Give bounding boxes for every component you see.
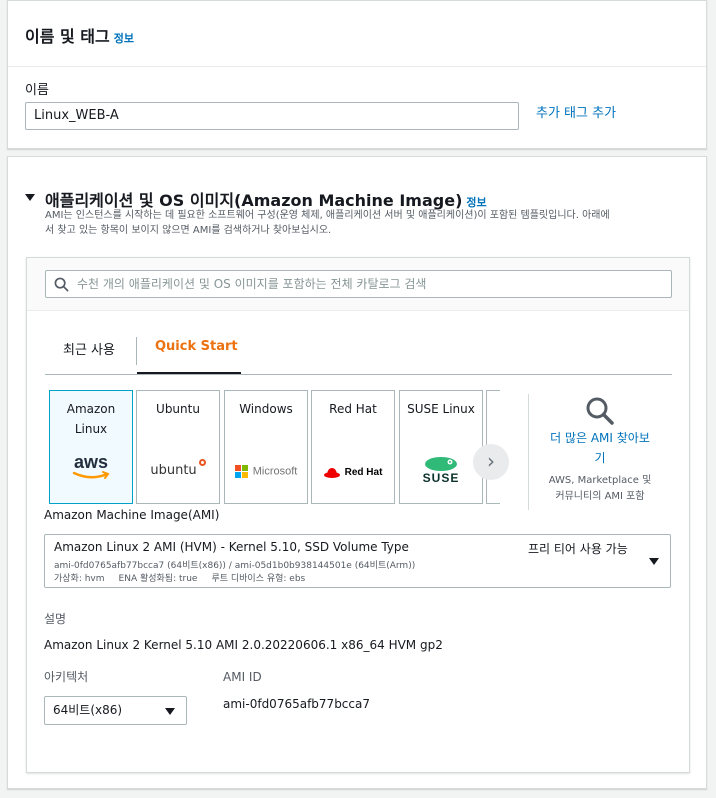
os-name: SUSE Linux bbox=[407, 402, 475, 416]
ami-catalog-container: 수천 개의 애플리케이션 및 OS 이미지를 포함하는 전체 카탈로그 검색 최… bbox=[26, 257, 690, 773]
os-card-windows[interactable]: Windows Microsoft bbox=[224, 390, 308, 504]
ami-select-dropdown[interactable]: Amazon Linux 2 AMI (HVM) - Kernel 5.10, … bbox=[44, 534, 671, 588]
ami-id-value: ami-0fd0765afb77bcca7 bbox=[223, 697, 370, 711]
os-card-ubuntu[interactable]: Ubuntu ubuntu bbox=[136, 390, 220, 504]
free-tier-badge: 프리 티어 사용 가능 bbox=[528, 542, 628, 556]
name-tags-info-link[interactable]: 정보 bbox=[114, 32, 134, 45]
description-label: 설명 bbox=[44, 612, 67, 626]
os-card-amazon-linux[interactable]: Amazon Linux aws bbox=[49, 390, 133, 504]
tab-bar-line bbox=[45, 374, 672, 375]
tab-quick-start[interactable]: Quick Start bbox=[155, 339, 238, 354]
ami-description-line2: 서 찾고 있는 항목이 보이지 않으면 AMI를 검색하거나 찾아보십시오. bbox=[45, 225, 332, 236]
os-name: Amazon Linux bbox=[66, 402, 116, 436]
next-arrow-button[interactable]: › bbox=[473, 444, 509, 480]
ami-ids: ami-0fd0765afb77bcca7 (64비트(x86)) / ami-… bbox=[54, 561, 416, 571]
architecture-label: 아키텍처 bbox=[44, 670, 89, 684]
collapse-caret-icon[interactable] bbox=[25, 194, 35, 201]
description-value: Amazon Linux 2 Kernel 5.10 AMI 2.0.20220… bbox=[44, 638, 443, 652]
microsoft-logo-icon: Microsoft bbox=[225, 461, 307, 480]
architecture-value: 64비트(x86) bbox=[53, 703, 123, 717]
ami-description-line1: AMI는 인스턴스를 시작하는 데 필요한 소프트웨어 구성(운영 체제, 애플… bbox=[45, 210, 610, 221]
suse-logo-icon: SUSE bbox=[400, 455, 482, 485]
os-card-suse[interactable]: SUSE Linux SUSE bbox=[399, 390, 483, 504]
browse-divider bbox=[528, 394, 529, 510]
redhat-logo-icon: Red Hat bbox=[312, 462, 394, 481]
os-name: Windows bbox=[239, 402, 293, 416]
search-bar-area: 수천 개의 애플리케이션 및 OS 이미지를 포함하는 전체 카탈로그 검색 bbox=[27, 258, 689, 311]
architecture-select[interactable]: 64비트(x86) bbox=[44, 696, 187, 725]
ubuntu-logo-icon: ubuntu bbox=[137, 459, 219, 478]
os-card-redhat[interactable]: Red Hat Red Hat bbox=[311, 390, 395, 504]
search-icon bbox=[54, 277, 69, 292]
browse-search-icon bbox=[586, 397, 614, 425]
ami-selected-name: Amazon Linux 2 AMI (HVM) - Kernel 5.10, … bbox=[54, 540, 409, 554]
ami-id-label: AMI ID bbox=[223, 670, 262, 684]
browse-more-description: AWS, Marketplace 및 커뮤니티의 AMI 포함 bbox=[548, 475, 652, 502]
name-tags-panel: 이름 및 태그 정보 이름 Linux_WEB-A 추가 태그 추가 bbox=[7, 0, 707, 149]
ami-panel: 애플리케이션 및 OS 이미지(Amazon Machine Image) 정보 … bbox=[7, 156, 707, 789]
ami-search-input[interactable]: 수천 개의 애플리케이션 및 OS 이미지를 포함하는 전체 카탈로그 검색 bbox=[45, 270, 672, 298]
ami-label: Amazon Machine Image(AMI) bbox=[44, 508, 220, 522]
tab-recent[interactable]: 최근 사용 bbox=[63, 339, 115, 358]
name-input[interactable]: Linux_WEB-A bbox=[25, 102, 519, 130]
chevron-right-icon: › bbox=[487, 449, 495, 473]
ami-attributes: 가상화: hvm ENA 활성화됨: true 루트 디바이스 유형: ebs bbox=[54, 574, 306, 584]
aws-logo-icon: aws bbox=[50, 453, 132, 481]
header-divider bbox=[8, 66, 706, 67]
caret-down-icon bbox=[649, 558, 659, 565]
name-label: 이름 bbox=[25, 83, 49, 98]
name-tags-heading: 이름 및 태그 bbox=[25, 27, 110, 46]
os-name: Red Hat bbox=[329, 402, 377, 416]
caret-down-icon bbox=[165, 708, 175, 715]
tab-separator bbox=[136, 337, 137, 365]
os-name: Ubuntu bbox=[156, 402, 200, 416]
name-tags-title: 이름 및 태그 정보 bbox=[25, 23, 134, 47]
browse-more-amis-link[interactable]: 더 많은 AMI 찾아보 기 bbox=[539, 428, 661, 468]
add-tag-link[interactable]: 추가 태그 추가 bbox=[536, 102, 616, 121]
search-placeholder: 수천 개의 애플리케이션 및 OS 이미지를 포함하는 전체 카탈로그 검색 bbox=[77, 277, 427, 291]
